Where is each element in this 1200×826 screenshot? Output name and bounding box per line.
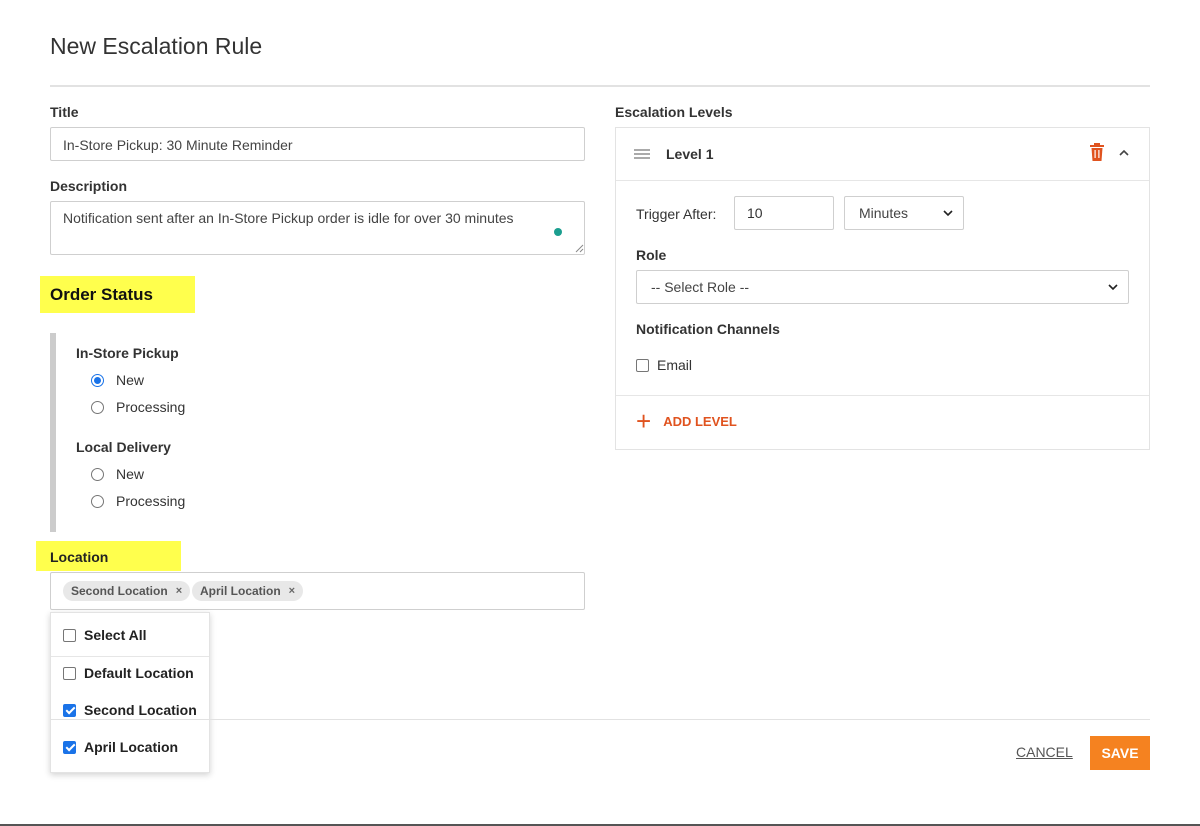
select-all-checkbox[interactable] [63,628,76,642]
dropdown-divider [51,656,209,657]
email-checkbox[interactable] [636,358,649,372]
location-dropdown: Select All Default Location Second Locat… [50,612,210,773]
instore-processing-option[interactable]: Processing [91,399,185,415]
select-all-option[interactable]: Select All [63,627,147,643]
instore-processing-radio[interactable] [91,400,104,414]
delivery-new-radio[interactable] [91,467,104,481]
instore-new-option[interactable]: New [91,372,144,388]
location-option-default[interactable]: Default Location [63,665,194,681]
order-status-heading: Order Status [50,285,153,304]
chevron-down-icon [1108,283,1118,290]
level-header-divider [616,180,1149,181]
add-level-label: ADD LEVEL [663,413,737,429]
page-title: New Escalation Rule [50,33,263,59]
instore-new-label: New [116,372,145,388]
description-label: Description [50,178,128,194]
notification-channels-label: Notification Channels [636,321,780,337]
instore-new-radio[interactable] [91,373,104,387]
add-level-button[interactable]: + ADD LEVEL [636,406,737,436]
drag-handle-icon[interactable] [634,149,650,159]
order-status-group-bar [50,333,56,532]
escalation-levels-label: Escalation Levels [615,104,733,120]
trigger-unit-value: Minutes [859,205,909,221]
chevron-down-icon [943,209,953,216]
location-chip: Second Location × [63,581,191,601]
role-label: Role [636,247,667,263]
level-footer-divider [616,395,1149,396]
remove-chip-icon[interactable]: × [176,585,182,597]
resize-grip-icon[interactable] [574,243,584,253]
title-input[interactable]: In-Store Pickup: 30 Minute Reminder [50,127,585,161]
location-option-second[interactable]: Second Location [63,702,197,718]
location-option-april[interactable]: April Location [63,739,178,755]
escalation-level-panel: Level 1 Trigger After: 10 Minutes Role -… [615,127,1150,450]
location-label: Location [50,549,109,565]
instore-processing-label: Processing [116,399,186,415]
location-option-checkbox[interactable] [63,740,76,754]
instore-pickup-label: In-Store Pickup [76,345,179,361]
local-delivery-label: Local Delivery [76,439,171,455]
plus-icon: + [636,406,652,436]
trigger-after-label: Trigger After: [636,206,717,222]
select-all-label: Select All [84,627,147,643]
trash-icon[interactable] [1089,143,1105,161]
location-option-checkbox[interactable] [63,703,76,717]
description-textarea[interactable]: Notification sent after an In-Store Pick… [50,201,585,255]
trigger-unit-select[interactable]: Minutes [844,196,964,230]
role-select[interactable]: -- Select Role -- [636,270,1129,304]
location-chip-label: April Location [200,584,281,598]
delivery-new-option[interactable]: New [91,466,144,482]
title-label: Title [50,104,79,120]
grammar-indicator-icon [554,228,562,236]
location-chip-label: Second Location [71,584,168,598]
save-button[interactable]: SAVE [1090,736,1150,770]
delivery-processing-radio[interactable] [91,494,104,508]
email-label: Email [657,357,693,373]
trigger-after-input[interactable]: 10 [734,196,834,230]
remove-chip-icon[interactable]: × [289,585,295,597]
email-channel-option[interactable]: Email [636,357,692,373]
collapse-chevron-icon[interactable] [1119,149,1129,157]
level-title: Level 1 [666,146,714,162]
location-option-checkbox[interactable] [63,666,76,680]
location-chip: April Location × [192,581,304,601]
cancel-button[interactable]: CANCEL [1016,744,1073,760]
delivery-new-label: New [116,466,145,482]
role-select-value: -- Select Role -- [651,279,750,295]
title-divider [50,85,1150,87]
footer-divider [50,719,1150,720]
location-multiselect[interactable]: Second Location × April Location × [50,572,585,610]
location-option-label: Default Location [84,665,194,681]
delivery-processing-label: Processing [116,493,186,509]
location-option-label: Second Location [84,702,197,718]
location-option-label: April Location [84,739,179,755]
delivery-processing-option[interactable]: Processing [91,493,185,509]
